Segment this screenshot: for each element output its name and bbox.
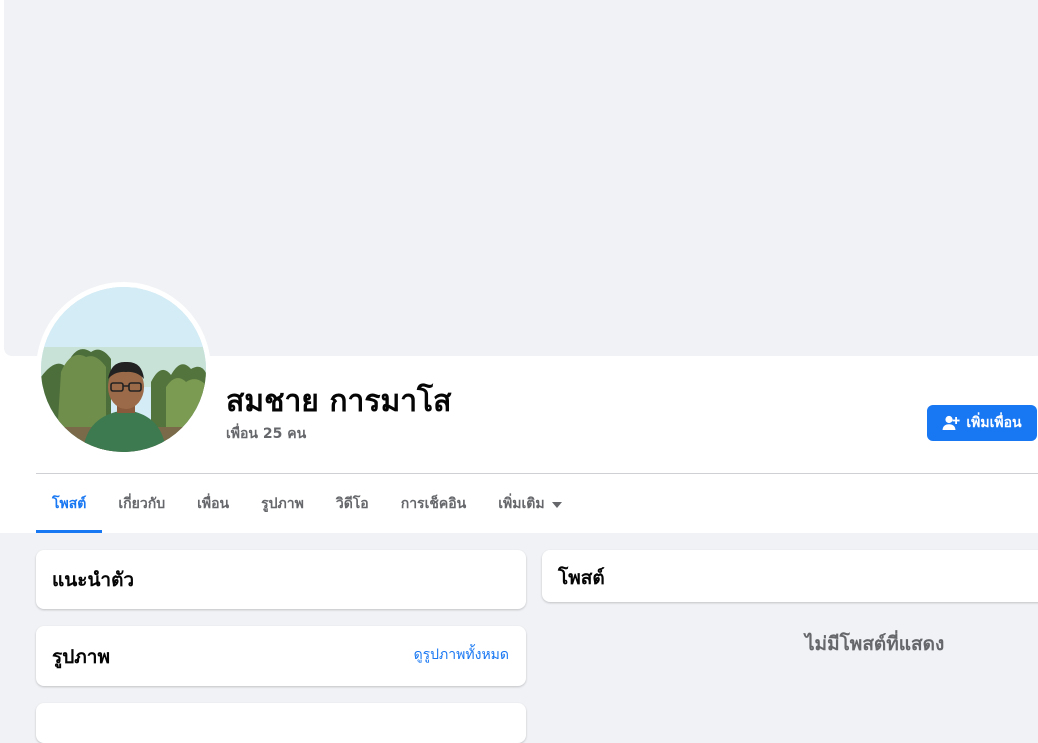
- add-person-icon: [942, 415, 960, 431]
- tab-videos[interactable]: วิดีโอ: [320, 474, 385, 533]
- photos-title: รูปภาพ: [52, 646, 110, 668]
- tab-about[interactable]: เกี่ยวกับ: [102, 474, 181, 533]
- photos-card: รูปภาพ ดูรูปภาพทั้งหมด: [36, 626, 526, 686]
- add-friend-button[interactable]: เพิ่มเพื่อน: [927, 405, 1037, 441]
- profile-avatar[interactable]: [41, 287, 206, 452]
- no-posts-message: ไม่มีโพสต์ที่แสดง: [805, 633, 945, 655]
- posts-card: โพสต์: [542, 550, 1038, 602]
- intro-title: แนะนำตัว: [52, 569, 135, 591]
- tab-photos[interactable]: รูปภาพ: [245, 474, 320, 533]
- tab-more[interactable]: เพิ่มเติม: [482, 474, 577, 533]
- add-friend-label: เพิ่มเพื่อน: [966, 415, 1022, 431]
- tab-more-label: เพิ่มเติม: [498, 495, 545, 512]
- see-all-photos-link[interactable]: ดูรูปภาพทั้งหมด: [414, 644, 509, 666]
- friends-count[interactable]: เพื่อน 25 คน: [226, 423, 306, 445]
- posts-title: โพสต์: [558, 567, 605, 589]
- profile-tabs: โพสต์ เกี่ยวกับ เพื่อน รูปภาพ วิดีโอ การ…: [36, 474, 578, 533]
- avatar-photo-icon: [41, 287, 206, 452]
- tab-friends[interactable]: เพื่อน: [181, 474, 245, 533]
- tab-checkins[interactable]: การเช็คอิน: [385, 474, 483, 533]
- intro-card: แนะนำตัว: [36, 550, 526, 609]
- chevron-down-icon: [551, 501, 562, 508]
- tab-posts[interactable]: โพสต์: [36, 474, 103, 533]
- profile-name: สมชาย การมาโส: [226, 384, 452, 419]
- friends-card: [36, 703, 526, 743]
